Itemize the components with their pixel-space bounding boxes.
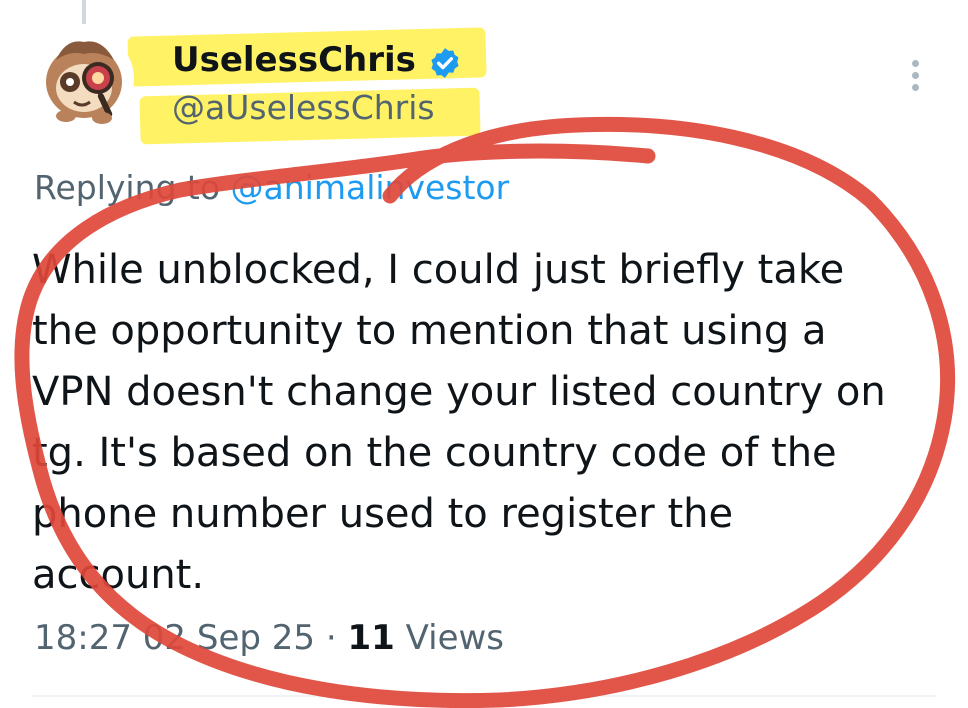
replying-to-mention-link[interactable]: @animalinvestor [231, 168, 510, 207]
verified-badge-icon [431, 48, 459, 78]
avatar[interactable] [36, 30, 134, 128]
meta-separator-dot: · [315, 618, 348, 658]
bottom-divider [32, 695, 936, 697]
display-name[interactable]: UselessChris [172, 40, 416, 80]
tweet-time[interactable]: 18:27 [34, 618, 132, 658]
replying-to-line: Replying to @animalinvestor [34, 168, 509, 207]
tweet-text: While unblocked, I could just briefly ta… [32, 247, 886, 598]
thread-connector-line [82, 0, 86, 24]
views-count[interactable]: 11 [347, 618, 394, 658]
tweet-date[interactable]: 02 Sep 25 [143, 618, 315, 658]
user-handle[interactable]: @aUselessChris [172, 88, 435, 127]
sloth-avatar-icon [46, 41, 122, 124]
tweet-metadata: 18:27 02 Sep 25 · 11 Views [34, 618, 504, 658]
more-options-icon[interactable] [908, 60, 922, 96]
views-label[interactable]: Views [395, 618, 504, 658]
meta-separator [132, 618, 143, 658]
replying-to-label: Replying to [34, 168, 231, 207]
